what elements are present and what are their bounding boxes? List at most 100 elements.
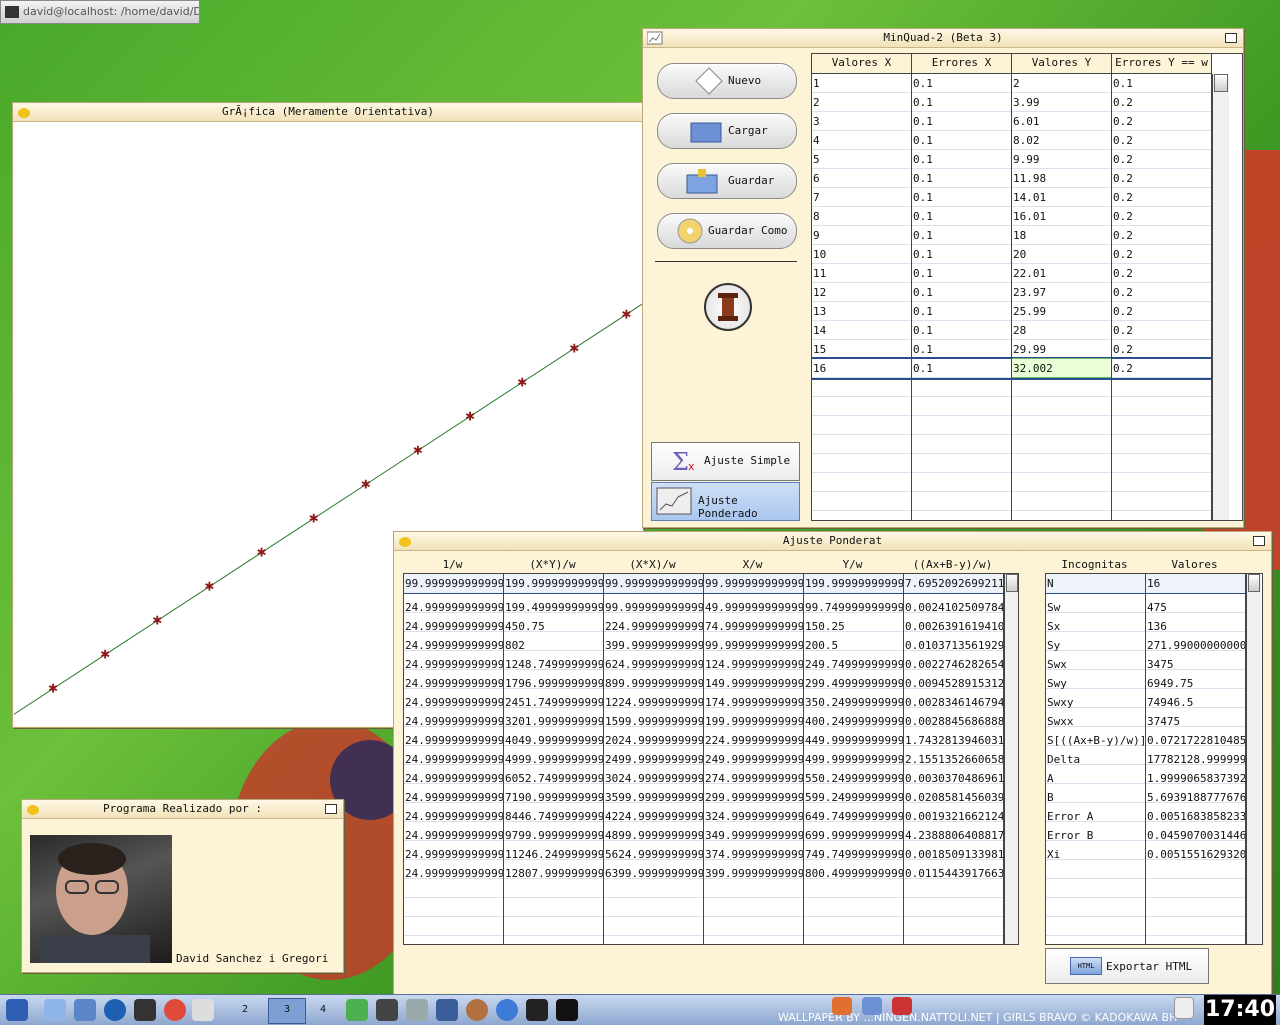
table-cell[interactable]: 200.5 [804, 636, 903, 654]
table-cell[interactable]: 2.15513526606585 [904, 750, 1003, 768]
table-row[interactable]: 16 0.1 32.002 0.2 [812, 357, 1212, 380]
globe-icon[interactable] [104, 999, 126, 1021]
table-cell[interactable]: 124.999999999999 [704, 655, 803, 673]
results-row[interactable]: Xi 0.00515516293203 [1046, 845, 1246, 864]
table-cell[interactable]: 0.1 [912, 93, 1011, 111]
table-cell[interactable]: 2499.99999999999 [604, 750, 703, 768]
variable-value[interactable]: 17782128.9999999 [1146, 750, 1245, 768]
table-cell[interactable]: 0.1 [912, 207, 1011, 225]
table-row[interactable]: 5 0.1 9.99 0.2 [812, 150, 1212, 169]
ajuste-titlebar[interactable]: Ajuste Ponderat [394, 532, 1271, 551]
desktop-pager[interactable]: 2 3 4 [228, 998, 338, 1024]
table-row[interactable]: 2 0.1 3.99 0.2 [812, 93, 1212, 112]
desktop-3[interactable]: 3 [284, 1004, 290, 1015]
table-cell[interactable]: 400.249999999999 [804, 712, 903, 730]
tools-icon[interactable] [406, 999, 428, 1021]
table-cell[interactable]: 1599.99999999999 [604, 712, 703, 730]
table-cell[interactable]: 0.1 [912, 131, 1011, 149]
table-cell[interactable]: 324.999999999999 [704, 807, 803, 825]
table-cell[interactable]: 0.2 [1112, 207, 1211, 225]
table-cell[interactable]: 7 [812, 188, 911, 206]
terminal-taskbar-tab[interactable]: david@localhost: /home/david/Dev [0, 0, 200, 24]
variable-name[interactable]: Sx [1046, 617, 1145, 635]
table-row[interactable]: 7 0.1 14.01 0.2 [812, 188, 1212, 207]
table-cell[interactable]: 29.99 [1012, 340, 1111, 358]
table-cell[interactable]: 8.02 [1012, 131, 1111, 149]
table-cell[interactable]: 749.749999999999 [804, 845, 903, 863]
table-cell[interactable]: 24.9999999999999 [404, 712, 503, 730]
variable-name[interactable]: Error B [1046, 826, 1145, 844]
table-cell[interactable]: 3 [812, 112, 911, 130]
table-row[interactable]: 3 0.1 6.01 0.2 [812, 112, 1212, 131]
variable-name[interactable]: Swxx [1046, 712, 1145, 730]
scrollbar-thumb[interactable] [1214, 74, 1228, 92]
table-cell[interactable]: 7.69520926992110 [904, 574, 1003, 592]
recycle-icon[interactable] [346, 999, 368, 1021]
table-cell[interactable]: 0.1 [912, 359, 1011, 377]
table-row[interactable]: 9 0.1 18 0.2 [812, 226, 1212, 245]
table-row[interactable]: 99.9999999999999 199.999999999999 99.99999… [404, 574, 1005, 594]
table-row[interactable]: 24.9999999999999 8446.74999999999 4224.999… [404, 807, 1004, 826]
guardar-button[interactable]: Guardar [657, 163, 797, 199]
table-cell[interactable]: 199.499999999999 [504, 598, 603, 616]
table-cell[interactable]: 0.2 [1112, 359, 1211, 377]
table-cell[interactable]: 899.999999999999 [604, 674, 703, 692]
results-row[interactable]: Swy 6949.75 [1046, 674, 1246, 693]
cargar-button[interactable]: Cargar [657, 113, 797, 149]
home-icon[interactable] [832, 997, 852, 1015]
data-table-scrollbar[interactable] [1212, 74, 1229, 520]
table-cell[interactable]: 0.1 [912, 112, 1011, 130]
table-row[interactable]: 14 0.1 28 0.2 [812, 321, 1212, 340]
table-row[interactable]: 4 0.1 8.02 0.2 [812, 131, 1212, 150]
table-cell[interactable]: 624.999999999999 [604, 655, 703, 673]
table-cell[interactable]: 24.9999999999999 [404, 864, 503, 882]
table-cell[interactable]: 550.249999999999 [804, 769, 903, 787]
tray-icon[interactable] [1174, 997, 1194, 1019]
mail-icon[interactable] [892, 997, 912, 1015]
results-row[interactable]: Error A 0.00516838582336 [1046, 807, 1246, 826]
table-cell[interactable]: 5 [812, 150, 911, 168]
table-cell[interactable]: 0.2 [1112, 302, 1211, 320]
table-cell[interactable]: 7190.99999999999 [504, 788, 603, 806]
table-cell[interactable]: 0.1 [912, 321, 1011, 339]
network-icon[interactable] [74, 999, 96, 1021]
table-cell[interactable]: 74.9999999999999 [704, 617, 803, 635]
table-cell[interactable]: 3.99 [1012, 93, 1111, 111]
table-cell[interactable]: 0.2 [1112, 188, 1211, 206]
results-row[interactable]: N 16 [1046, 574, 1247, 594]
ajuste-table-scrollbar[interactable] [1004, 574, 1018, 944]
table-cell[interactable]: 1248.74999999999 [504, 655, 603, 673]
table-cell[interactable]: 99.9999999999999 [404, 574, 503, 592]
table-cell[interactable]: 24.9999999999999 [404, 826, 503, 844]
table-cell[interactable]: 0.2 [1112, 112, 1211, 130]
variable-value[interactable]: 0.04590700314463 [1146, 826, 1245, 844]
table-cell[interactable]: 350.249999999999 [804, 693, 903, 711]
table-cell[interactable]: 16 [812, 359, 911, 377]
table-cell[interactable]: 3201.99999999999 [504, 712, 603, 730]
data-table[interactable]: Valores X Errores X Valores Y Errores Y == … [811, 53, 1243, 521]
table-cell[interactable]: 5624.99999999999 [604, 845, 703, 863]
table-cell[interactable]: 0.2 [1112, 150, 1211, 168]
table-cell[interactable]: 0.2 [1112, 321, 1211, 339]
table-cell[interactable]: 14 [812, 321, 911, 339]
table-cell[interactable]: 449.999999999999 [804, 731, 903, 749]
results-row[interactable]: B 5.69391887776767 [1046, 788, 1246, 807]
table-cell[interactable]: 0.1 [912, 245, 1011, 263]
table-cell[interactable]: 4 [812, 131, 911, 149]
table-cell[interactable]: 18 [1012, 226, 1111, 244]
table-cell[interactable]: 2 [812, 93, 911, 111]
table-row[interactable]: 24.9999999999999 3201.99999999999 1599.999… [404, 712, 1004, 731]
table-cell[interactable]: 99.9999999999999 [604, 574, 703, 592]
scrollbar-thumb[interactable] [1248, 574, 1260, 592]
minimize-button[interactable] [1253, 536, 1265, 546]
table-row[interactable]: 24.9999999999999 6052.74999999999 3024.999… [404, 769, 1004, 788]
ajuste-simple-button[interactable]: Σx Ajuste Simple [651, 442, 800, 481]
help-icon[interactable] [164, 999, 186, 1021]
variable-value[interactable]: 3475 [1146, 655, 1245, 673]
table-cell[interactable]: 4899.99999999999 [604, 826, 703, 844]
variable-value[interactable]: 271.990000000000 [1146, 636, 1245, 654]
table-cell[interactable]: 299.999999999999 [704, 788, 803, 806]
table-row[interactable]: 24.9999999999999 1248.74999999999 624.9999… [404, 655, 1004, 674]
results-row[interactable]: Delta 17782128.9999999 [1046, 750, 1246, 769]
table-cell[interactable]: 802 [504, 636, 603, 654]
